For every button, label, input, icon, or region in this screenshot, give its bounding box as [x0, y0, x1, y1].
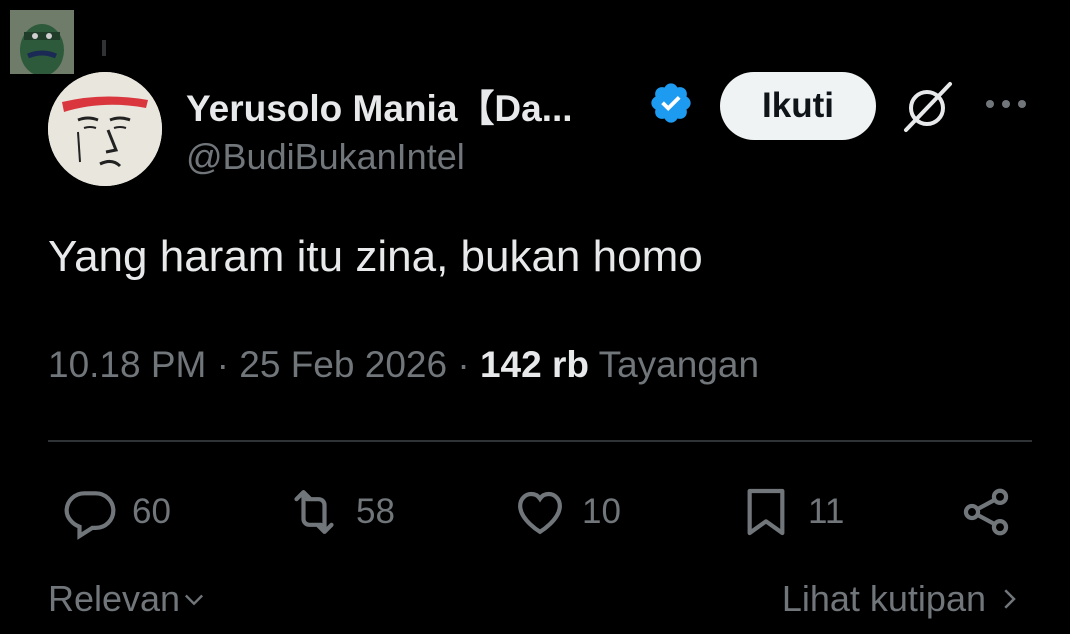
sort-label: Relevan	[48, 578, 181, 619]
reply-icon	[64, 491, 116, 540]
share-icon	[963, 488, 1009, 536]
grok-icon[interactable]	[898, 78, 956, 136]
divider-tick	[102, 40, 106, 56]
repost-button[interactable]: 58	[286, 484, 395, 540]
like-count: 10	[582, 492, 621, 531]
meta-separator: ·	[216, 344, 229, 385]
share-button[interactable]	[958, 484, 1014, 540]
views-label: Tayangan	[598, 344, 760, 385]
bookmark-button[interactable]: 11	[738, 484, 844, 540]
display-name[interactable]: Yerusolo Mania【Da...	[186, 78, 573, 132]
meta-separator: ·	[457, 344, 470, 385]
reply-count: 60	[132, 492, 171, 531]
chevron-right-icon	[1004, 589, 1016, 609]
tweet-date[interactable]: 25 Feb 2026	[239, 344, 447, 385]
more-icon[interactable]	[984, 92, 1028, 116]
repost-icon	[294, 490, 334, 534]
like-icon	[518, 491, 562, 535]
tweet-meta: 10.18 PM · 25 Feb 2026 · 142 rb Tayangan	[48, 344, 759, 386]
sort-dropdown[interactable]: Relevan	[48, 578, 208, 620]
follow-button[interactable]: Ikuti	[720, 72, 876, 140]
reply-button[interactable]: 60	[62, 484, 171, 540]
like-button[interactable]: 10	[512, 484, 621, 540]
handle[interactable]: @BudiBukanIntel	[186, 136, 465, 178]
chevron-down-icon	[185, 594, 204, 606]
repost-count: 58	[356, 492, 395, 531]
bookmark-icon	[747, 488, 785, 536]
corner-avatar[interactable]	[10, 10, 74, 74]
divider	[48, 440, 1032, 442]
views-count[interactable]: 142 rb	[480, 344, 589, 385]
view-quotes-link[interactable]: Lihat kutipan	[782, 578, 1024, 620]
bookmark-count: 11	[808, 492, 845, 531]
verified-badge-icon	[651, 83, 691, 123]
avatar[interactable]	[48, 72, 162, 186]
quotes-label: Lihat kutipan	[781, 578, 986, 619]
tweet-text: Yang haram itu zina, bukan homo	[48, 232, 703, 281]
tweet-time[interactable]: 10.18 PM	[48, 344, 206, 385]
